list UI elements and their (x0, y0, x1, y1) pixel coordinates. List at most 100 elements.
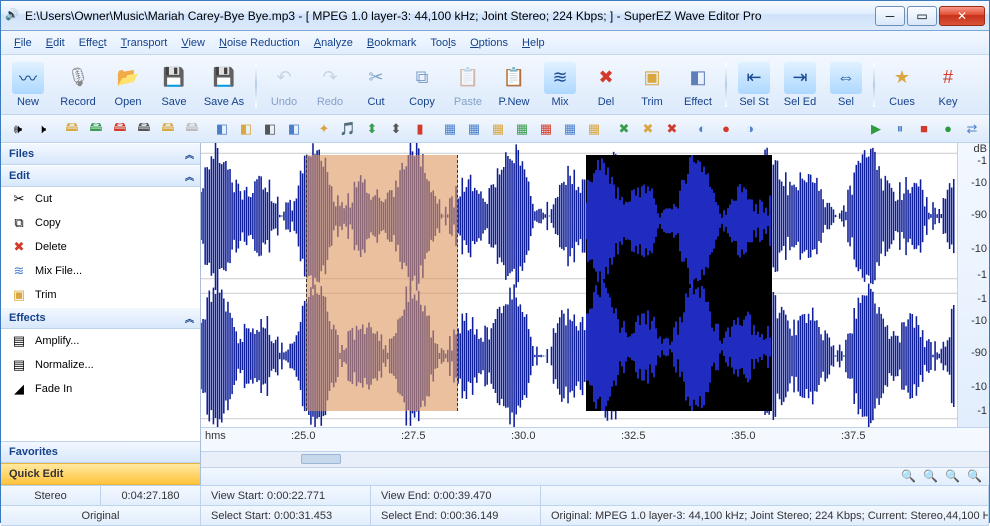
ts-fx1[interactable]: ✦ (313, 118, 335, 140)
menu-bookmark[interactable]: Bookmark (360, 35, 424, 51)
menu-transport[interactable]: Transport (114, 35, 175, 51)
status-original: Original (1, 506, 201, 525)
sidebar-favorites[interactable]: Favorites (1, 441, 200, 463)
tb-trim[interactable]: ▣Trim (631, 58, 673, 112)
time-ruler[interactable]: hms :25.0 :27.5 :30.0 :32.5 :35.0 :37.5 (201, 427, 989, 451)
status-selstart: Select Start: 0:00:31.453 (201, 506, 371, 525)
sidebar-item-fadein[interactable]: ◢Fade In (1, 377, 200, 401)
sidebar-files-header[interactable]: Files︽ (1, 143, 200, 165)
status-duration: 0:04:27.180 (101, 486, 201, 505)
maximize-button[interactable]: ▭ (907, 6, 937, 26)
play-button[interactable]: ▶ (865, 118, 887, 140)
tb-seled[interactable]: ⇥Sel Ed (779, 58, 821, 112)
ts-dev4[interactable]: 🖴 (133, 118, 155, 140)
ts-e6[interactable]: ▦ (559, 118, 581, 140)
ts-misc2[interactable]: ◧ (235, 118, 257, 140)
horizontal-scrollbar[interactable] (201, 451, 989, 467)
sidebar-effects-header[interactable]: Effects︽ (1, 307, 200, 329)
tb-undo[interactable]: ↶Undo (263, 58, 305, 112)
toolbar-main: 〰New 🎙Record 📂Open 💾Save 💾Save As ↶Undo … (1, 55, 989, 115)
zoom-out-button[interactable]: 🔍 (923, 469, 941, 485)
ts-dev3[interactable]: 🖴 (109, 118, 131, 140)
ts-speaker-off[interactable]: 🕨 (31, 118, 53, 140)
status-channels: Stereo (1, 486, 101, 505)
tb-copy[interactable]: ⧉Copy (401, 58, 443, 112)
ts-m3[interactable]: ◑ (739, 118, 761, 140)
delete-icon: ✖ (11, 239, 27, 255)
tb-sel[interactable]: ⇔Sel (825, 58, 867, 112)
stop-button[interactable]: ■ (913, 118, 935, 140)
sidebar-quickedit[interactable]: Quick Edit (1, 463, 200, 485)
sidebar-item-copy[interactable]: ⧉Copy (1, 211, 200, 235)
menu-analyze[interactable]: Analyze (307, 35, 360, 51)
ts-dev6[interactable]: 🖴 (181, 118, 203, 140)
ts-x3[interactable]: ✖ (661, 118, 683, 140)
pause-button[interactable]: ⏸ (889, 118, 911, 140)
sidebar-item-delete[interactable]: ✖Delete (1, 235, 200, 259)
zoom-in-button[interactable]: 🔍 (901, 469, 919, 485)
tb-redo[interactable]: ↷Redo (309, 58, 351, 112)
sidebar-item-trim[interactable]: ▣Trim (1, 283, 200, 307)
ts-e7[interactable]: ▦ (583, 118, 605, 140)
ts-e3[interactable]: ▦ (487, 118, 509, 140)
menu-help[interactable]: Help (515, 35, 552, 51)
tb-cut[interactable]: ✂Cut (355, 58, 397, 112)
tb-selst[interactable]: ⇤Sel St (733, 58, 775, 112)
tb-pnew[interactable]: 📋P.New (493, 58, 535, 112)
tb-new[interactable]: 〰New (7, 58, 49, 112)
ts-fx5[interactable]: ▮ (409, 118, 431, 140)
ts-e5[interactable]: ▦ (535, 118, 557, 140)
tb-key[interactable]: #Key (927, 58, 969, 112)
minimize-button[interactable]: ─ (875, 6, 905, 26)
tb-effect[interactable]: ◧Effect (677, 58, 719, 112)
menu-tools[interactable]: Tools (423, 35, 463, 51)
ts-x2[interactable]: ✖ (637, 118, 659, 140)
menu-view[interactable]: View (174, 35, 212, 51)
ts-misc4[interactable]: ◧ (283, 118, 305, 140)
menu-options[interactable]: Options (463, 35, 515, 51)
tb-mix[interactable]: ≋Mix (539, 58, 581, 112)
menu-effect[interactable]: Effect (72, 35, 114, 51)
menubar: File Edit Effect Transport View Noise Re… (1, 31, 989, 55)
tb-save[interactable]: 💾Save (153, 58, 195, 112)
ts-misc3[interactable]: ◧ (259, 118, 281, 140)
menu-noise[interactable]: Noise Reduction (212, 35, 307, 51)
sidebar-item-cut[interactable]: ✂Cut (1, 187, 200, 211)
wave-panel[interactable]: dB -1 -10 -90 -10 -1 -1 -10 -90 -10 -1 (201, 143, 989, 427)
ts-m2[interactable]: ● (715, 118, 737, 140)
tb-open[interactable]: 📂Open (107, 58, 149, 112)
ts-fx4[interactable]: ⬍ (385, 118, 407, 140)
ts-fx3[interactable]: ⬍ (361, 118, 383, 140)
tb-record[interactable]: 🎙Record (53, 58, 103, 112)
tb-saveas[interactable]: 💾Save As (199, 58, 249, 112)
zoom-sel-button[interactable]: 🔍 (945, 469, 963, 485)
close-button[interactable]: ✕ (939, 6, 985, 26)
ts-misc1[interactable]: ◧ (211, 118, 233, 140)
tb-cues[interactable]: ★Cues (881, 58, 923, 112)
ts-fx2[interactable]: 🎵 (337, 118, 359, 140)
ts-x1[interactable]: ✖ (613, 118, 635, 140)
titlebar: 🔊 E:\Users\Owner\Music\Mariah Carey-Bye … (1, 1, 989, 31)
sidebar-item-normalize[interactable]: ▤Normalize... (1, 353, 200, 377)
ts-dev5[interactable]: 🖴 (157, 118, 179, 140)
menu-edit[interactable]: Edit (39, 35, 72, 51)
ts-speaker-on[interactable]: 🕪 (7, 118, 29, 140)
ts-dev1[interactable]: 🖴 (61, 118, 83, 140)
sidebar-item-amplify[interactable]: ▤Amplify... (1, 329, 200, 353)
status-selend: Select End: 0:00:36.149 (371, 506, 541, 525)
ts-e2[interactable]: ▦ (463, 118, 485, 140)
ts-dev2[interactable]: 🖴 (85, 118, 107, 140)
tb-paste[interactable]: 📋Paste (447, 58, 489, 112)
sidebar-edit-header[interactable]: Edit︽ (1, 165, 200, 187)
zoom-all-button[interactable]: 🔍 (967, 469, 985, 485)
ts-e1[interactable]: ▦ (439, 118, 461, 140)
play2-button[interactable]: ● (937, 118, 959, 140)
tb-del[interactable]: ✖Del (585, 58, 627, 112)
menu-file[interactable]: File (7, 35, 39, 51)
fadein-icon: ◢ (11, 381, 27, 397)
loop-button[interactable]: ⇄ (961, 118, 983, 140)
scroll-thumb[interactable] (301, 454, 341, 464)
sidebar-item-mix[interactable]: ≋Mix File... (1, 259, 200, 283)
ts-e4[interactable]: ▦ (511, 118, 533, 140)
ts-m1[interactable]: ◐ (691, 118, 713, 140)
